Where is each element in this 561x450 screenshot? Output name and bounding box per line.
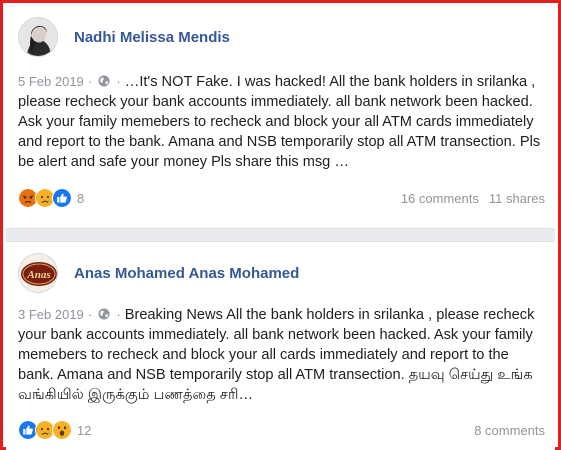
logo-text: Anas (26, 269, 50, 281)
author-name[interactable]: Anas Mohamed Anas Mohamed (74, 265, 299, 282)
reaction-summary[interactable]: 12 (18, 420, 91, 440)
post-header: Anas Anas Mohamed Anas Mohamed (18, 251, 299, 295)
post-divider (6, 228, 555, 242)
post-card: Anas Anas Mohamed Anas Mohamed 3 Feb 201… (6, 242, 555, 450)
shares-link[interactable]: 11 shares (489, 191, 545, 206)
post-body: 5 Feb 2019 · · …It's NOT Fake. I was hac… (18, 72, 545, 172)
comments-link[interactable]: 16 comments (401, 191, 479, 206)
avatar[interactable] (18, 17, 58, 57)
engagement-links: 8 comments (474, 423, 545, 438)
separator-dot: · (87, 307, 93, 322)
post-text: …It's NOT Fake. I was hacked! All the ba… (18, 74, 541, 170)
separator-dot: · (87, 74, 93, 89)
post-footer: 8 16 comments 11 shares (18, 186, 545, 210)
comments-link[interactable]: 8 comments (474, 423, 545, 438)
wow-icon (52, 420, 72, 440)
separator-dot-2: · (116, 307, 121, 322)
avatar[interactable]: Anas (18, 253, 58, 293)
post-date[interactable]: 3 Feb 2019 (18, 307, 84, 322)
reaction-summary[interactable]: 8 (18, 188, 84, 208)
globe-icon (98, 75, 110, 87)
brand-logo-icon: Anas (19, 254, 57, 292)
post-header: Nadhi Melissa Mendis (18, 15, 230, 59)
post-card: Nadhi Melissa Mendis 5 Feb 2019 · · …It'… (6, 6, 555, 228)
post-text: Breaking News All the bank holders in sr… (18, 307, 535, 403)
separator-dot-2: · (116, 74, 121, 89)
globe-icon (98, 308, 110, 320)
reaction-count: 12 (77, 422, 92, 438)
post-footer: 12 8 comments (18, 418, 545, 442)
like-icon (52, 188, 72, 208)
reaction-count: 8 (77, 190, 85, 206)
author-name[interactable]: Nadhi Melissa Mendis (74, 29, 230, 46)
post-date[interactable]: 5 Feb 2019 (18, 74, 84, 89)
post-body: 3 Feb 2019 · · Breaking News All the ban… (18, 305, 545, 405)
screenshot-frame: Nadhi Melissa Mendis 5 Feb 2019 · · …It'… (0, 0, 561, 450)
profile-photo-icon (19, 18, 57, 56)
engagement-links: 16 comments 11 shares (401, 191, 545, 206)
